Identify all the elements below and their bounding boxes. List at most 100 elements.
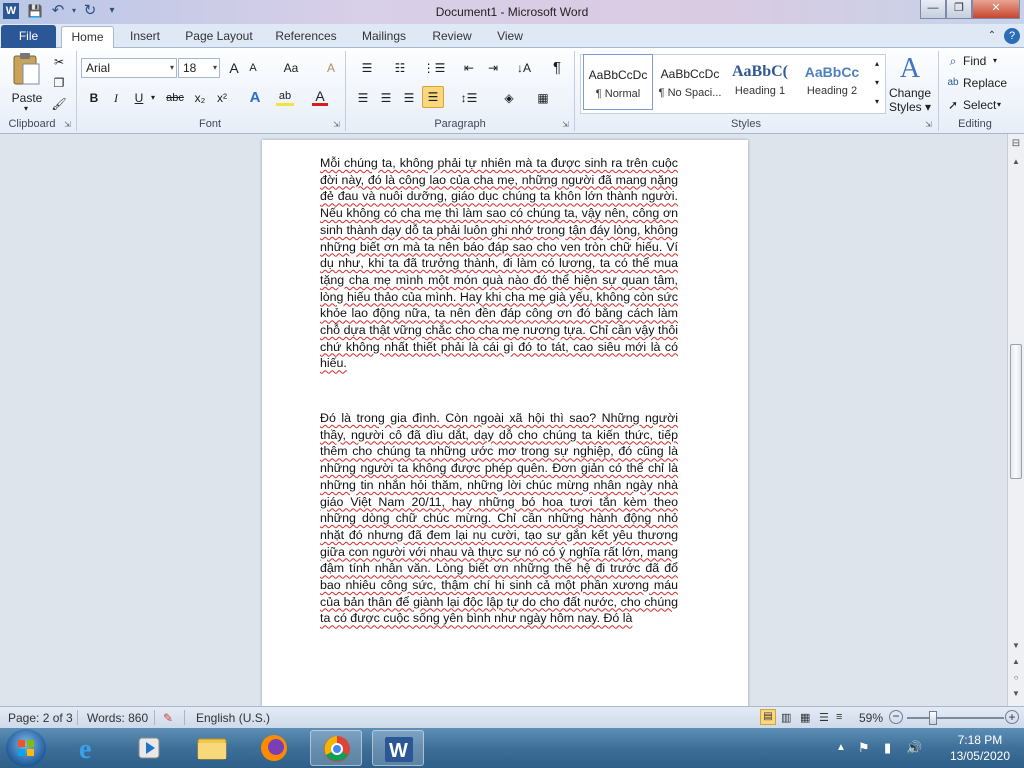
zoom-out-icon[interactable]: − <box>889 710 903 724</box>
underline-dropdown-icon[interactable]: ▾ <box>148 88 158 108</box>
align-center-icon[interactable]: ☰ <box>377 88 395 108</box>
previous-page-icon[interactable]: ▲ <box>1008 654 1024 670</box>
superscript-button[interactable]: x² <box>212 88 232 108</box>
shrink-font-button[interactable]: A <box>246 58 260 78</box>
clear-formatting-button[interactable]: A <box>322 58 340 78</box>
scroll-thumb[interactable] <box>1010 344 1022 479</box>
numbering-icon[interactable]: ☷ <box>387 58 413 78</box>
styles-launcher-icon[interactable]: ⇲ <box>925 120 932 129</box>
clock[interactable]: 7:18 PM 13/05/2020 <box>950 732 1010 764</box>
minimize-ribbon-icon[interactable]: ⌃ <box>984 26 1000 48</box>
change-styles-button[interactable]: Change <box>884 86 936 100</box>
network-icon[interactable]: ▮ <box>884 740 891 756</box>
firefox-icon[interactable] <box>248 730 300 766</box>
select-icon[interactable]: ➚ <box>946 95 960 115</box>
strikethrough-button[interactable]: abc <box>164 88 186 108</box>
zoom-slider-track[interactable] <box>907 717 1004 719</box>
media-player-icon[interactable] <box>123 730 175 766</box>
replace-icon[interactable]: ab <box>946 73 960 93</box>
find-dropdown-icon[interactable]: ▾ <box>990 51 1000 71</box>
start-button[interactable] <box>6 729 46 767</box>
flag-icon[interactable]: ⚑ <box>858 740 870 756</box>
tab-mailings[interactable]: Mailings <box>354 26 414 48</box>
multilevel-list-icon[interactable]: ⋮☰ <box>421 58 447 78</box>
format-painter-icon[interactable]: 🖌 <box>50 94 68 114</box>
document-area[interactable]: Mỗi chúng ta, không phải tự nhiên mà ta … <box>0 134 1007 706</box>
font-color-button[interactable]: A <box>312 88 328 106</box>
volume-icon[interactable]: 🔊 <box>906 740 922 756</box>
highlight-button[interactable]: ab <box>276 88 294 106</box>
full-screen-reading-icon[interactable]: ▥ <box>781 711 791 724</box>
paste-icon[interactable] <box>10 52 42 88</box>
font-name-combo[interactable]: Arial ▾ <box>81 58 177 78</box>
show-hidden-icons-icon[interactable]: ▲ <box>836 742 846 753</box>
clipboard-launcher-icon[interactable]: ⇲ <box>64 120 71 129</box>
help-icon[interactable]: ? <box>1004 28 1020 44</box>
zoom-slider-thumb[interactable] <box>929 711 937 725</box>
find-icon[interactable]: ⌕ <box>946 51 960 71</box>
bold-button[interactable]: B <box>86 88 102 108</box>
subscript-button[interactable]: x₂ <box>190 88 210 108</box>
file-explorer-icon[interactable] <box>186 730 238 766</box>
styles-scroll-down-icon[interactable]: ▾ <box>870 74 884 92</box>
italic-button[interactable]: I <box>108 88 124 108</box>
show-formatting-icon[interactable]: ¶ <box>548 58 566 78</box>
styles-more-icon[interactable]: ▾ <box>870 93 884 111</box>
paste-dropdown-icon[interactable]: ▾ <box>18 104 34 114</box>
text-effects-button[interactable]: A <box>246 88 264 108</box>
font-launcher-icon[interactable]: ⇲ <box>333 120 340 129</box>
select-dropdown-icon[interactable]: ▾ <box>994 95 1004 115</box>
style-heading-1[interactable]: AaBbC( Heading 1 <box>727 54 793 110</box>
tab-page-layout[interactable]: Page Layout <box>180 26 258 48</box>
grow-font-button[interactable]: A <box>226 58 242 78</box>
word-count[interactable]: Words: 860 <box>87 711 148 725</box>
vertical-scrollbar[interactable]: ⊟ ▲ ▼ ▲ ○ ▼ <box>1007 134 1024 706</box>
shading-icon[interactable]: ◈ <box>497 88 521 108</box>
replace-button[interactable]: Replace <box>963 73 1013 93</box>
proofing-icon[interactable]: ✎ <box>163 711 173 725</box>
close-button[interactable]: ✕ <box>972 0 1020 19</box>
tab-file[interactable]: File <box>1 25 56 48</box>
align-left-icon[interactable]: ☰ <box>354 88 372 108</box>
next-page-icon[interactable]: ▼ <box>1008 686 1024 702</box>
web-layout-icon[interactable]: ▦ <box>800 711 810 724</box>
font-size-combo[interactable]: 18 ▾ <box>178 58 220 78</box>
ruler-toggle-icon[interactable]: ⊟ <box>1008 136 1024 152</box>
underline-button[interactable]: U <box>131 88 147 108</box>
print-layout-icon[interactable]: ▤ <box>760 709 776 725</box>
scroll-up-icon[interactable]: ▲ <box>1008 154 1024 170</box>
zoom-level[interactable]: 59% <box>859 711 883 725</box>
bullets-icon[interactable]: ☰ <box>354 58 380 78</box>
copy-icon[interactable]: ❐ <box>50 73 68 93</box>
increase-indent-icon[interactable]: ⇥ <box>484 58 502 78</box>
outline-icon[interactable]: ☰ <box>819 711 829 724</box>
restore-button[interactable]: ❐ <box>946 0 972 19</box>
change-styles-icon[interactable]: A <box>893 52 927 86</box>
select-browse-object-icon[interactable]: ○ <box>1008 670 1024 686</box>
scroll-down-icon[interactable]: ▼ <box>1008 638 1024 654</box>
paragraph-launcher-icon[interactable]: ⇲ <box>562 120 569 129</box>
sort-icon[interactable]: ↓A <box>513 58 535 78</box>
cut-icon[interactable]: ✂ <box>50 52 68 72</box>
align-right-icon[interactable]: ☰ <box>400 88 418 108</box>
style-no-spacing[interactable]: AaBbCcDc ¶ No Spaci... <box>655 54 725 110</box>
chrome-icon[interactable] <box>310 730 362 766</box>
document-paragraph-1[interactable]: Mỗi chúng ta, không phải tự nhiên mà ta … <box>320 155 678 372</box>
tab-references[interactable]: References <box>271 26 341 48</box>
tab-home[interactable]: Home <box>61 26 114 49</box>
document-page[interactable]: Mỗi chúng ta, không phải tự nhiên mà ta … <box>262 140 748 706</box>
style-heading-2[interactable]: AaBbCc Heading 2 <box>797 54 867 110</box>
change-case-button[interactable]: Aa <box>280 58 302 78</box>
zoom-in-icon[interactable]: + <box>1005 710 1019 724</box>
tab-insert[interactable]: Insert <box>122 26 168 48</box>
decrease-indent-icon[interactable]: ⇤ <box>460 58 478 78</box>
tab-review[interactable]: Review <box>426 26 478 48</box>
minimize-button[interactable]: — <box>920 0 946 19</box>
document-paragraph-2[interactable]: Đó là trong gia đình. Còn ngoài xã hội t… <box>320 410 678 627</box>
styles-scroll-up-icon[interactable]: ▴ <box>870 55 884 73</box>
internet-explorer-icon[interactable]: e <box>64 730 116 766</box>
draft-icon[interactable]: ≡ <box>836 711 842 723</box>
justify-icon[interactable]: ☰ <box>422 86 444 108</box>
page-count[interactable]: Page: 2 of 3 <box>8 711 73 725</box>
style-normal[interactable]: AaBbCcDc ¶ Normal <box>583 54 653 110</box>
